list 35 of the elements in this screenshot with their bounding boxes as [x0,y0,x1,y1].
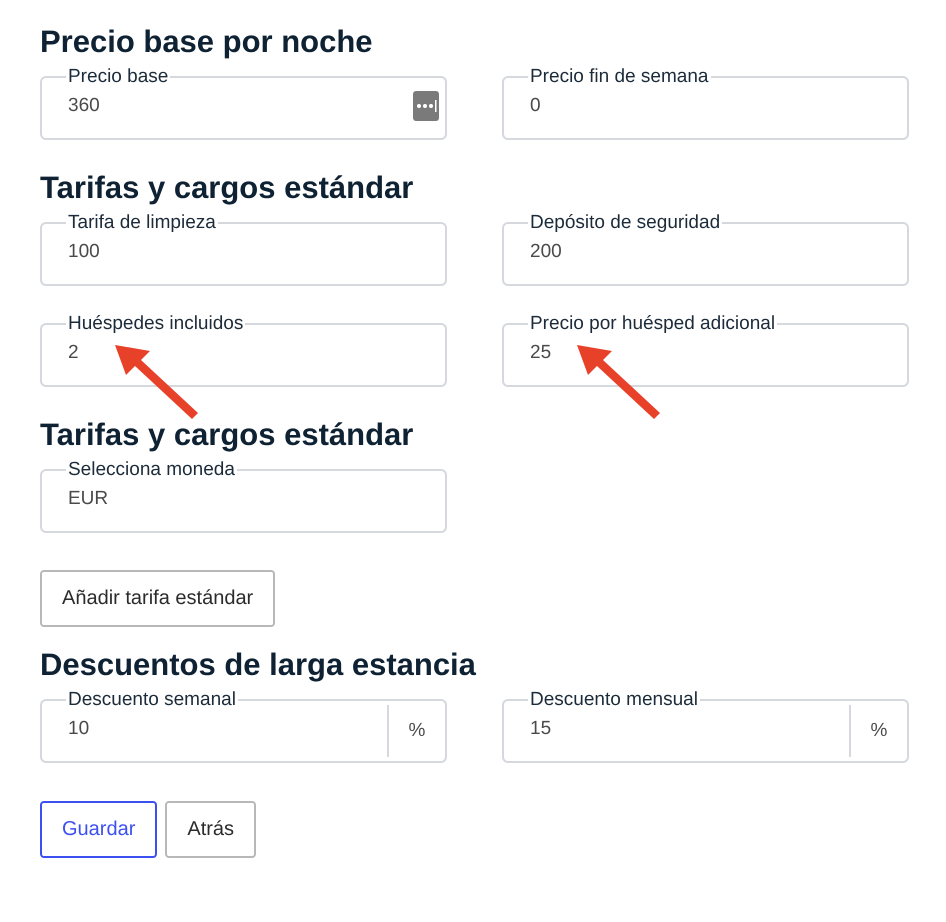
section-heading: Tarifas y cargos estándar [40,416,414,454]
input-field[interactable]: Descuento mensual 15 % [502,689,909,763]
save-button[interactable]: Guardar [40,801,158,858]
field-value: 15 [530,718,552,740]
field-value: 10 [68,718,90,740]
input-field[interactable]: Precio base 360 [40,66,447,140]
field-label: Depósito de seguridad [529,212,722,234]
field-label: Huéspedes incluidos [67,313,244,335]
more-icon[interactable] [413,91,439,121]
section-heading: Precio base por noche [40,23,374,61]
add-rate-button[interactable]: Añadir tarifa estándar [40,570,276,627]
field-label: Precio base [67,66,170,88]
field-label: Tarifa de limpieza [67,212,217,234]
field-value: EUR [68,488,110,510]
input-field[interactable]: Depósito de seguridad 200 [502,212,909,286]
input-field[interactable]: Descuento semanal 10 % [40,689,447,763]
field-label: Selecciona moneda [67,459,236,481]
percent-suffix: % [387,705,445,757]
field-value: 200 [530,241,563,263]
field-label: Descuento semanal [67,689,237,711]
field-label: Descuento mensual [529,689,699,711]
field-value: 2 [68,342,80,364]
input-field[interactable]: Tarifa de limpieza 100 [40,212,447,286]
section-heading: Tarifas y cargos estándar [40,169,414,207]
section-heading: Descuentos de larga estancia [40,646,477,684]
input-field[interactable]: Precio fin de semana 0 [502,66,909,140]
input-field[interactable]: Selecciona moneda EUR [40,459,447,533]
field-label: Precio fin de semana [529,66,710,88]
field-value: 100 [68,241,101,263]
field-label: Precio por huésped adicional [529,313,776,335]
field-value: 25 [530,342,552,364]
back-button[interactable]: Atrás [165,801,256,858]
field-value: 0 [530,95,542,117]
field-value: 360 [68,95,101,117]
percent-suffix: % [849,705,907,757]
